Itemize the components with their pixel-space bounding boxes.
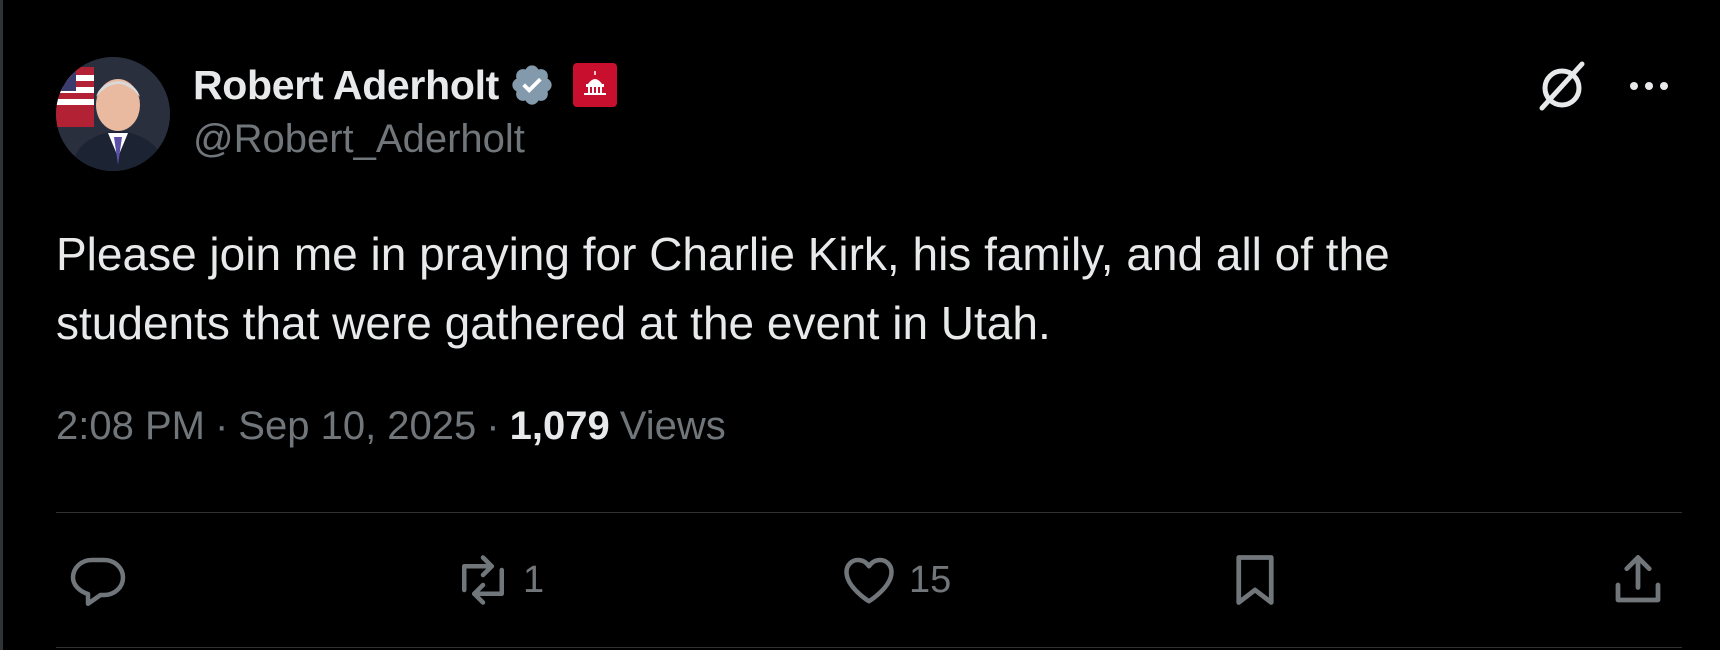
reply-button[interactable]	[68, 548, 138, 612]
top-actions	[1534, 58, 1672, 114]
repost-button[interactable]: 1	[453, 548, 544, 612]
tweet-card: Robert Aderholt @Robert_Aderholt Please …	[0, 0, 1720, 650]
author-display-name[interactable]: Robert Aderholt	[193, 62, 499, 109]
grok-icon[interactable]	[1534, 58, 1590, 114]
verified-badge-icon[interactable]	[509, 62, 555, 108]
view-count[interactable]: 1,079	[510, 404, 610, 449]
author-handle[interactable]: @Robert_Aderholt	[193, 117, 525, 162]
profile-photo	[56, 57, 170, 171]
tweet-meta: 2:08 PM · Sep 10, 2025 · 1,079 Views	[56, 404, 726, 449]
tweet-time[interactable]: 2:08 PM	[56, 404, 205, 449]
action-bar: 1 15	[3, 548, 1720, 612]
repost-icon	[453, 550, 513, 610]
like-count: 15	[909, 558, 952, 601]
share-button[interactable]	[1608, 548, 1668, 612]
meta-separator: ·	[486, 404, 500, 448]
avatar[interactable]	[56, 57, 170, 171]
capitol-gop-badge-icon[interactable]	[573, 63, 618, 107]
bookmark-icon	[1225, 550, 1285, 610]
divider	[56, 512, 1682, 513]
share-icon	[1608, 550, 1668, 610]
tweet-text: Please join me in praying for Charlie Ki…	[56, 228, 1390, 349]
more-options-icon[interactable]	[1626, 63, 1672, 109]
repost-count: 1	[523, 558, 545, 601]
tweet-date[interactable]: Sep 10, 2025	[238, 404, 476, 449]
author-name-row: Robert Aderholt	[193, 60, 618, 110]
heart-icon	[839, 550, 899, 610]
bottom-divider	[56, 647, 1682, 648]
like-button[interactable]: 15	[839, 548, 951, 612]
meta-separator: ·	[214, 404, 229, 448]
reply-icon	[68, 550, 128, 610]
views-label: Views	[619, 404, 726, 448]
bookmark-button[interactable]	[1225, 548, 1285, 612]
